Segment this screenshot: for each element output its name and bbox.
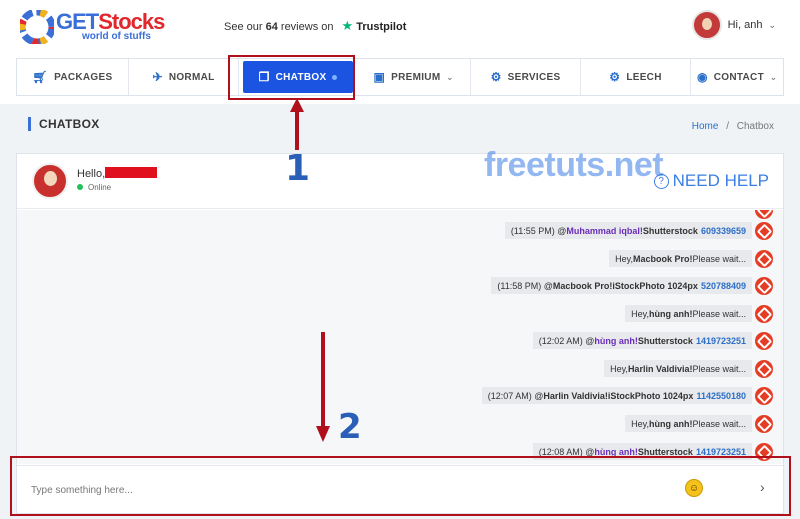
- annotation-step-1: 1: [285, 148, 311, 189]
- arrow-down-icon: [316, 332, 330, 442]
- list-item: Hey, hùng anh! Please wait...: [625, 415, 752, 432]
- list-item: Hey, Harlin Valdivia! Please wait...: [604, 360, 752, 377]
- breadcrumb-current: Chatbox: [736, 121, 774, 132]
- arrow-up-icon: [290, 98, 304, 150]
- list-item: (11:55 PM) @ Muhammad iqbal! Shutterstock…: [504, 222, 752, 239]
- nav-normal[interactable]: ✈︎ NORMAL: [129, 59, 239, 95]
- user-greeting: Hi, anh: [727, 19, 763, 31]
- need-help-label: NEED HELP: [672, 171, 769, 190]
- bot-avatar-icon: [755, 222, 773, 240]
- nav-label: PACKAGES: [54, 71, 113, 83]
- reviews-prefix: See our: [224, 21, 263, 33]
- breadcrumb-separator: /: [726, 121, 729, 132]
- highlight-box-chatbox: [228, 55, 355, 100]
- reviews-count: 64: [265, 21, 278, 33]
- satellite-icon: ✈︎: [152, 70, 163, 84]
- gear-icon: ⚙: [490, 70, 502, 84]
- annotation-step-2: 2: [338, 407, 362, 447]
- cart-icon: 🛒︎: [32, 70, 49, 84]
- nav-leech[interactable]: ⚙ LEECH: [581, 59, 691, 95]
- breadcrumb: Home / Chatbox: [692, 121, 774, 132]
- top-header: GETStocks world of stuffs See our 64 rev…: [0, 0, 800, 50]
- brand-name[interactable]: GETStocks world of stuffs: [56, 9, 165, 42]
- chevron-down-icon: ⌄: [446, 72, 454, 82]
- main-nav: 🛒︎ PACKAGES ✈︎ NORMAL ❐ CHATBOX ▣ PREMIU…: [16, 58, 784, 96]
- bot-avatar-icon: [755, 360, 773, 378]
- status-label: Online: [88, 183, 112, 192]
- nav-label: CONTACT: [713, 71, 764, 83]
- image-icon: ▣: [373, 70, 386, 84]
- list-item: (11:58 PM) @ Macbook Pro! iStockPhoto 102…: [491, 277, 752, 294]
- chevron-down-icon: ⌄: [770, 72, 778, 82]
- reviews-suffix: reviews on: [280, 21, 334, 33]
- nav-label: PREMIUM: [391, 71, 441, 83]
- person-icon: ◉: [696, 70, 708, 84]
- page-title: CHATBOX: [28, 117, 100, 131]
- brand-tagline: world of stuffs: [82, 31, 151, 42]
- nav-label: SERVICES: [507, 71, 561, 83]
- watermark: freetuts.net: [484, 146, 664, 184]
- list-item: (12:02 AM) @ hùng anh! Shutterstock 141972…: [532, 332, 752, 349]
- bot-avatar-icon: [755, 250, 773, 268]
- chat-greeting: Hello,: [77, 167, 158, 180]
- bot-avatar-icon: [755, 387, 773, 405]
- chat-header: Hello, Online freetuts.net ? NEED HELP: [17, 146, 783, 209]
- redacted-name: [105, 167, 158, 178]
- trustpilot-star-icon: ★: [341, 18, 354, 33]
- bot-avatar-icon: [755, 332, 773, 350]
- list-item: Hey, hùng anh! Please wait...: [625, 305, 752, 322]
- list-item: Hey, Macbook Pro! Please wait...: [609, 250, 752, 267]
- brand-logo-icon[interactable]: [20, 10, 54, 44]
- breadcrumb-home[interactable]: Home: [692, 121, 719, 132]
- avatar: [32, 163, 68, 199]
- bot-avatar-icon: [755, 277, 773, 295]
- status-badge: Online: [77, 183, 111, 192]
- reviews-banner[interactable]: See our 64 reviews on ★ Trustpilot: [224, 18, 406, 34]
- gear-icon: ⚙: [609, 70, 621, 84]
- trustpilot-label: Trustpilot: [356, 21, 407, 33]
- chevron-down-icon: ⌄: [768, 19, 776, 30]
- user-menu[interactable]: Hi, anh ⌄: [691, 10, 776, 40]
- help-icon: ?: [653, 173, 669, 189]
- message-list[interactable]: (11:55 PM) @ Muhammad iqbal! Shutterstock…: [17, 210, 783, 464]
- online-dot-icon: [77, 184, 83, 190]
- hello-label: Hello,: [77, 168, 106, 180]
- nav-label: LEECH: [626, 71, 662, 83]
- bot-avatar-icon: [755, 415, 773, 433]
- need-help-button[interactable]: ? NEED HELP: [653, 171, 769, 191]
- nav-packages[interactable]: 🛒︎ PACKAGES: [17, 59, 129, 95]
- nav-label: NORMAL: [168, 71, 215, 83]
- avatar[interactable]: [691, 10, 722, 40]
- nav-premium[interactable]: ▣ PREMIUM ⌄: [357, 59, 471, 95]
- bot-avatar-icon: [755, 210, 773, 219]
- bot-avatar-icon: [755, 305, 773, 323]
- list-item: (12:07 AM) @ Harlin Valdivia! iStockPhoto…: [481, 387, 752, 404]
- highlight-box-input: [10, 456, 791, 516]
- nav-services[interactable]: ⚙ SERVICES: [471, 59, 581, 95]
- nav-contact[interactable]: ◉ CONTACT ⌄: [691, 59, 783, 95]
